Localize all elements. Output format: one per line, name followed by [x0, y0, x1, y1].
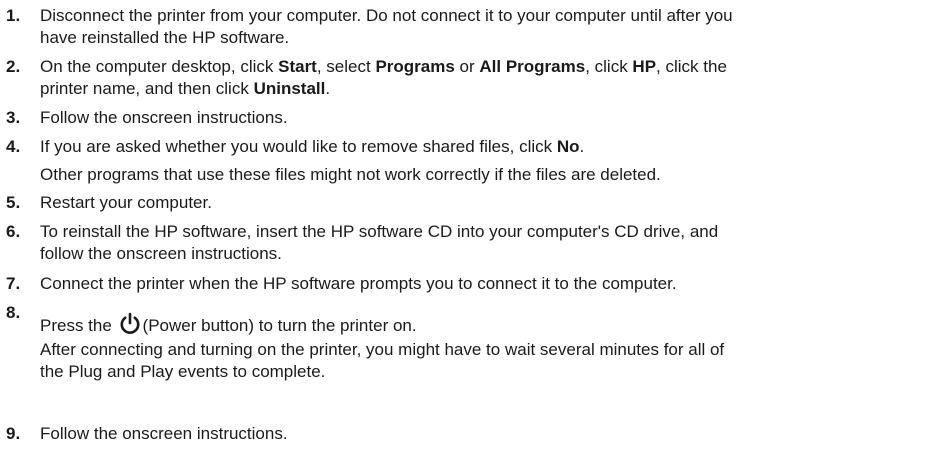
step-note-line: After connecting and turning on the prin… [40, 340, 725, 359]
step-text-line: Connect the printer when the HP software… [40, 274, 677, 293]
step-number: 4. [6, 137, 21, 156]
text-run: , click [585, 57, 633, 76]
step-text-line: On the computer desktop, click Start, se… [40, 56, 920, 78]
step-text-line: Restart your computer. [40, 193, 212, 212]
step-text-line: If you are asked whether you would like … [40, 136, 920, 158]
text-run: . [325, 79, 331, 98]
all-programs-term: All Programs [479, 57, 586, 76]
power-icon [119, 312, 141, 336]
instruction-steps: 1. Disconnect the printer from your comp… [0, 0, 925, 459]
step-text-line: To reinstall the HP software, insert the… [40, 222, 719, 241]
text-run: (Power button) to turn the printer on. [142, 316, 417, 335]
text-run: . [579, 137, 585, 156]
step-number: 7. [6, 274, 21, 293]
step-text: Disconnect the printer from your compute… [40, 5, 920, 49]
step-text-line: Follow the onscreen instructions. [40, 424, 288, 443]
step-text-line: Press the (Power button) to turn the pri… [40, 312, 920, 337]
step-note: Other programs that use these files migh… [40, 165, 661, 184]
no-term: No [556, 137, 580, 156]
step-number: 1. [6, 6, 21, 25]
step-text-line: Follow the onscreen instructions. [40, 108, 288, 127]
step-number: 8. [6, 303, 21, 322]
hp-term: HP [632, 57, 657, 76]
step-number: 3. [6, 108, 21, 127]
step-text: If you are asked whether you would like … [40, 136, 920, 186]
step-text-line: have reinstalled the HP software. [40, 28, 290, 47]
step-number: 5. [6, 193, 21, 212]
text-run: printer name, and then click [40, 79, 254, 98]
text-run: or [454, 57, 480, 76]
uninstall-term: Uninstall [253, 79, 326, 98]
step-text-line: printer name, and then click Uninstall. [40, 78, 920, 100]
step-text: To reinstall the HP software, insert the… [40, 221, 920, 265]
start-menu-term: Start [278, 57, 317, 76]
text-run: If you are asked whether you would like … [40, 137, 557, 156]
text-run: , click the [656, 57, 727, 76]
step-number: 2. [6, 57, 21, 76]
step-text: Connect the printer when the HP software… [40, 273, 920, 295]
step-text: Follow the onscreen instructions. [40, 107, 920, 129]
text-run: , select [316, 57, 376, 76]
step-text: On the computer desktop, click Start, se… [40, 56, 920, 100]
step-number: 9. [6, 424, 21, 443]
step-number: 6. [6, 222, 21, 241]
step-text: Restart your computer. [40, 192, 920, 214]
step-text: Follow the onscreen instructions. [40, 423, 920, 445]
text-run: Press the [40, 316, 117, 335]
step-text: Press the (Power button) to turn the pri… [40, 312, 920, 383]
step-text-line: Disconnect the printer from your compute… [40, 6, 733, 25]
step-text-line: follow the onscreen instructions. [40, 244, 282, 263]
programs-term: Programs [375, 57, 455, 76]
step-note-line: the Plug and Play events to complete. [40, 362, 326, 381]
text-run: On the computer desktop, click [40, 57, 279, 76]
